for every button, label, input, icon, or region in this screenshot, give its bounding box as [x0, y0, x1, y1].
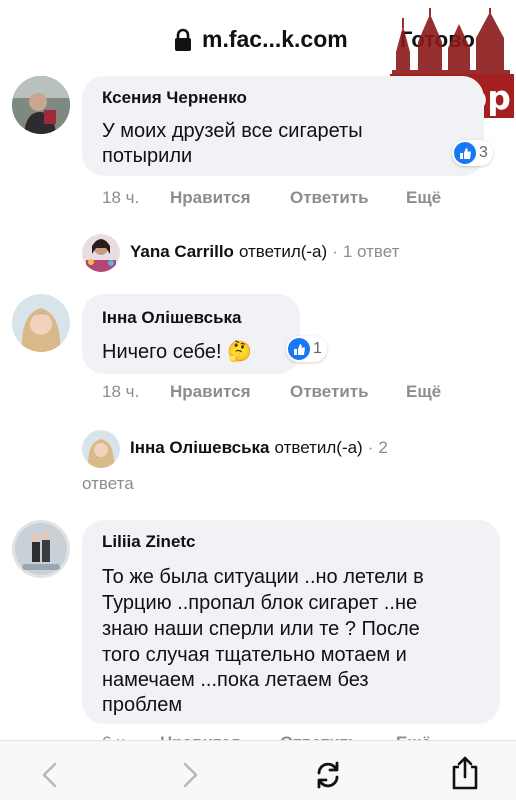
- view-replies-link[interactable]: Інна Олішевська ответил(-а) · 2: [130, 438, 388, 458]
- comment-author[interactable]: Ксения Черненко: [102, 88, 247, 108]
- reply-action: ответил(-а): [274, 438, 363, 457]
- lock-icon: [175, 28, 191, 51]
- like-reaction-icon: [454, 142, 476, 164]
- comment-time: 18 ч.: [102, 188, 140, 207]
- comment-text: Ничего себе! 🤔: [102, 338, 252, 365]
- comment-text-line: намечаем ...пока летаем без: [102, 669, 369, 691]
- more-link[interactable]: Ещё: [406, 382, 441, 402]
- comment-text-line: Турцию ..пропал блок сигарет ..не: [102, 592, 418, 614]
- avatar-photo-icon: [82, 234, 120, 272]
- comment-text-line: У моих друзей все сигареты: [102, 120, 363, 142]
- separator-dot: ·: [367, 438, 374, 457]
- address-bar[interactable]: m.fac...k.com: [174, 26, 348, 53]
- reply-count-word: ответа: [82, 474, 134, 493]
- browser-bottom-bar: [0, 740, 516, 800]
- comment-actions: 18 ч. Нравится Ответить Ещё: [102, 382, 441, 402]
- reply-count-continued[interactable]: ответа: [82, 474, 134, 494]
- reply-author: Інна Олішевська: [130, 438, 270, 457]
- view-replies-link[interactable]: Yana Carrillo ответил(-а) · 1 ответ: [130, 242, 399, 262]
- share-icon[interactable]: [450, 755, 480, 791]
- avatar-photo-icon: [12, 520, 70, 578]
- back-chevron-icon[interactable]: [40, 761, 60, 789]
- like-link[interactable]: Нравится: [170, 188, 290, 208]
- avatar-liliia[interactable]: [12, 520, 70, 578]
- reply-action: ответил(-а): [238, 242, 328, 261]
- reply-count: 1 ответ: [342, 242, 400, 261]
- comment-time: 18 ч.: [102, 382, 140, 401]
- reaction-count: 1: [313, 340, 322, 357]
- like-reaction-icon: [288, 338, 310, 360]
- avatar-yana[interactable]: [82, 234, 120, 272]
- reply-author: Yana Carrillo: [130, 242, 234, 261]
- reply-link[interactable]: Ответить: [290, 382, 406, 402]
- comment-actions: 18 ч. Нравится Ответить Ещё: [102, 188, 441, 208]
- reaction-badge[interactable]: 3: [452, 140, 493, 166]
- reply-count: 2: [378, 438, 388, 457]
- avatar-kseniia[interactable]: [12, 76, 70, 134]
- avatar-photo-icon: [12, 294, 70, 352]
- avatar-photo-icon: [82, 430, 120, 468]
- avatar-photo-icon: [12, 76, 70, 134]
- like-link[interactable]: Нравится: [170, 382, 290, 402]
- avatar-inna-small[interactable]: [82, 430, 120, 468]
- separator-dot: ·: [332, 242, 338, 261]
- reload-icon[interactable]: [312, 759, 344, 791]
- comment-text-line: того случая тщательно мотаем и: [102, 644, 407, 666]
- comment-text-body: Ничего себе!: [102, 341, 222, 363]
- comment-text-line: То же была ситуации ..но летели в: [102, 566, 424, 588]
- thinking-emoji-icon: 🤔: [227, 339, 252, 363]
- url-text: m.fac...k.com: [202, 26, 348, 52]
- comment-text-line: проблем: [102, 694, 183, 716]
- comment-author[interactable]: Інна Олішевська: [102, 308, 241, 328]
- reaction-badge[interactable]: 1: [286, 336, 327, 362]
- reply-link[interactable]: Ответить: [290, 188, 406, 208]
- comment-text-line: знаю наши сперли или те ? После: [102, 618, 420, 640]
- forward-chevron-icon[interactable]: [180, 761, 200, 789]
- more-link[interactable]: Ещё: [406, 188, 441, 208]
- reaction-count: 3: [479, 144, 488, 161]
- avatar-inna[interactable]: [12, 294, 70, 352]
- comment-author[interactable]: Liliia Zinetc: [102, 532, 196, 552]
- comment-text-line: потырили: [102, 145, 193, 167]
